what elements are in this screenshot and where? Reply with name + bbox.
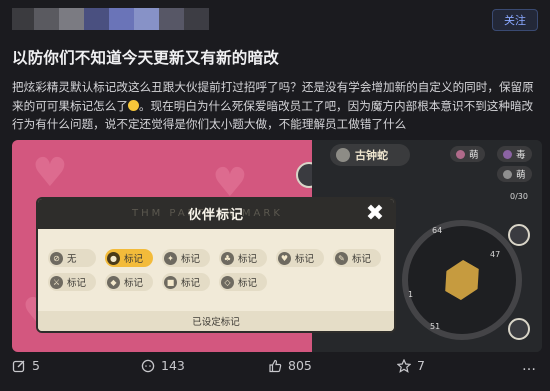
- edit-count: 5: [32, 358, 40, 373]
- smile-emoji-icon: [127, 99, 139, 111]
- blur-block: [109, 8, 134, 30]
- mark-icon: ♥: [278, 251, 291, 265]
- like-action[interactable]: 805: [268, 358, 312, 373]
- mark-tag-4[interactable]: ♥ 标记: [276, 249, 324, 267]
- edit-icon: [12, 360, 25, 372]
- mark-tag-label: 无: [67, 254, 77, 265]
- mark-icon: ⚔: [50, 275, 63, 289]
- mark-icon: ●: [107, 251, 120, 265]
- post-header: 关注: [0, 0, 550, 40]
- wheel-value-bottom: 51: [430, 322, 441, 331]
- mark-icon: ✎: [335, 251, 348, 265]
- mark-tag-label: 标记: [238, 278, 258, 289]
- mark-tag-list: ⊘ 无 ● 标记 ✦ 标记 ♣ 标记 ♥ 标记 ✎ 标记 ⚔ 标记 ◆ 标记 ■ 标记 ◇ 标记: [48, 249, 388, 291]
- star-count: 7: [417, 358, 425, 373]
- stat-chip: 萌: [497, 166, 532, 182]
- counter-label: 0/30: [510, 192, 528, 201]
- blur-block: [59, 8, 84, 30]
- mark-tag-5[interactable]: ✎ 标记: [333, 249, 381, 267]
- stat-chip: 萌: [450, 146, 485, 162]
- search-icon[interactable]: [508, 224, 530, 246]
- stat-icon: [456, 149, 465, 159]
- partner-mark-dialog: THM PARTNER MARK 伙伴标记 ✖ ⊘ 无 ● 标记 ✦ 标记 ♣ 标记 ♥ 标记 ✎ 标…: [36, 197, 396, 333]
- blur-block: [159, 8, 184, 30]
- poison-icon: [503, 149, 512, 159]
- mark-tag-label: 标记: [295, 254, 315, 265]
- mark-icon: ◇: [221, 275, 234, 289]
- stat-chip: 毒: [497, 146, 532, 162]
- monster-name: 古钟蛇: [355, 149, 388, 162]
- author-info-blurred[interactable]: [12, 8, 212, 30]
- stat-label: 毒: [516, 150, 526, 161]
- mark-tag-label: 标记: [124, 254, 144, 265]
- hexagon-icon: [437, 255, 486, 304]
- blur-block: [84, 8, 109, 30]
- wheel-value-left: 1: [408, 290, 414, 299]
- mark-tag-8[interactable]: ■ 标记: [162, 273, 210, 291]
- wheel-value-top: 64: [432, 226, 443, 235]
- stat-label: 萌: [469, 150, 479, 161]
- blur-block: [134, 8, 159, 30]
- wheel-value-right: 47: [490, 250, 501, 259]
- favorite-action[interactable]: 7: [397, 358, 425, 373]
- mark-tag-label: 标记: [352, 254, 372, 265]
- mark-tag-2[interactable]: ✦ 标记: [162, 249, 210, 267]
- post-title: 以防你们不知道今天更新又有新的暗改: [12, 49, 279, 67]
- mark-tag-label: 标记: [181, 278, 201, 289]
- dialog-title: 伙伴标记: [187, 208, 244, 223]
- mark-tag-label: 标记: [124, 278, 144, 289]
- more-options-icon[interactable]: …: [522, 358, 536, 374]
- blur-block: [12, 8, 34, 30]
- mark-icon: ■: [164, 275, 177, 289]
- post-body: 把炫彩精灵默认标记改这么丑跟大伙提前打过招呼了吗？还是没有学会增加新的自定义的同…: [12, 78, 540, 134]
- comment-action[interactable]: 143: [141, 358, 185, 373]
- mark-tag-7[interactable]: ◆ 标记: [105, 273, 153, 291]
- mark-tag-6[interactable]: ⚔ 标记: [48, 273, 96, 291]
- star-button-icon[interactable]: [508, 318, 530, 340]
- mark-icon: ⊘: [50, 251, 63, 265]
- comment-count: 143: [161, 358, 185, 373]
- skill-wheel[interactable]: [402, 220, 522, 340]
- thumbs-up-icon: [269, 359, 282, 372]
- edit-action[interactable]: 5: [12, 358, 40, 373]
- mark-tag-1[interactable]: ● 标记: [105, 249, 153, 267]
- close-icon[interactable]: ✖: [363, 201, 387, 226]
- mark-tag-9[interactable]: ◇ 标记: [219, 273, 267, 291]
- stat-label: 萌: [516, 170, 526, 181]
- mark-tag-label: 标记: [67, 278, 87, 289]
- blur-block: [184, 8, 209, 30]
- star-icon: [397, 358, 411, 373]
- stat-icon: [503, 169, 512, 179]
- like-count: 805: [288, 358, 312, 373]
- mark-tag-label: 标记: [238, 254, 258, 265]
- mark-tag-0[interactable]: ⊘ 无: [48, 249, 96, 267]
- blur-block: [34, 8, 59, 30]
- mark-tag-label: 标记: [181, 254, 201, 265]
- mark-icon: ✦: [164, 251, 177, 265]
- monster-type-icon: [336, 148, 350, 162]
- mark-tag-3[interactable]: ♣ 标记: [219, 249, 267, 267]
- heart-icon: ♥: [32, 150, 68, 196]
- set-mark-button[interactable]: 已设定标记: [38, 311, 394, 331]
- post-actions: 5 143 805 7 …: [0, 356, 550, 380]
- monster-tag: 古钟蛇: [330, 144, 410, 166]
- mark-icon: ◆: [107, 275, 120, 289]
- comment-icon: [141, 359, 155, 372]
- mark-icon: ♣: [221, 251, 234, 265]
- follow-button[interactable]: 关注: [492, 9, 538, 31]
